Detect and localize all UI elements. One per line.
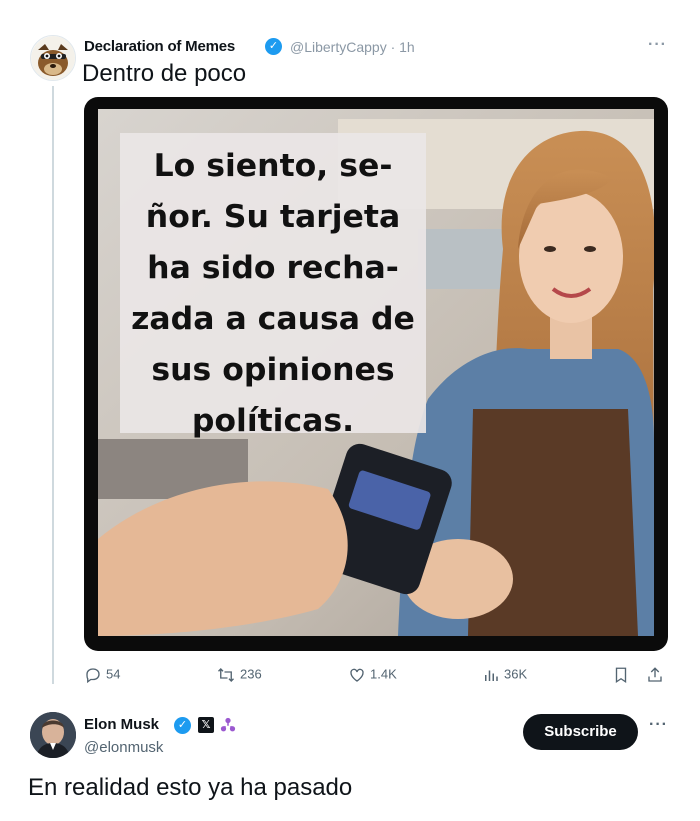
caption-line: zada a causa de xyxy=(131,301,415,337)
share-icon xyxy=(648,667,662,682)
bookmark-button[interactable] xyxy=(612,666,634,684)
x-logo-icon: 𝕏 xyxy=(198,717,214,733)
tweet-text: En realidad esto ya ha pasado xyxy=(28,774,353,801)
tweet-text: Dentro de poco xyxy=(82,60,247,87)
thread-line xyxy=(52,86,54,684)
reply-button[interactable]: 54 xyxy=(84,666,120,684)
display-name[interactable]: Declaration of Memes xyxy=(84,38,235,55)
avatar[interactable] xyxy=(30,712,76,758)
affiliation-icon xyxy=(219,716,237,734)
display-name[interactable]: Elon Musk xyxy=(84,716,159,733)
reply-count: 54 xyxy=(106,666,121,682)
handle-and-time[interactable]: @LibertyCappy · 1h xyxy=(290,39,415,55)
caption-line: sus opiniones xyxy=(151,352,395,388)
view-count: 36K xyxy=(504,666,528,682)
heart-icon xyxy=(350,668,364,682)
verified-badge-icon: ✓ xyxy=(265,38,282,55)
caption-line: ha sido recha- xyxy=(147,250,399,286)
retweet-count: 236 xyxy=(240,666,262,682)
share-button[interactable] xyxy=(646,666,668,684)
bookmark-icon xyxy=(615,667,627,684)
retweet-icon xyxy=(218,668,234,682)
caption-line: políticas. xyxy=(191,403,355,439)
retweet-button[interactable]: 236 xyxy=(216,666,262,684)
reply-icon xyxy=(86,668,100,684)
like-button[interactable]: 1.4K xyxy=(348,666,397,684)
subscribe-button[interactable]: Subscribe xyxy=(523,714,638,750)
analytics-icon xyxy=(485,670,498,681)
like-count: 1.4K xyxy=(370,666,397,682)
verified-badge-icon: ✓ xyxy=(174,717,191,734)
caption-line: Lo siento, se- xyxy=(153,148,393,184)
avatar[interactable] xyxy=(30,35,76,81)
more-options-icon[interactable]: ··· xyxy=(648,36,667,54)
more-options-icon[interactable]: ··· xyxy=(649,716,668,734)
handle[interactable]: @elonmusk xyxy=(84,739,163,756)
caption-line: ñor. Su tarjeta xyxy=(145,199,401,235)
views-button[interactable]: 36K xyxy=(482,666,527,684)
media-card[interactable]: Lo siento, se- ñor. Su tarjeta ha sido r… xyxy=(84,97,668,651)
meme-caption: Lo siento, se- ñor. Su tarjeta ha sido r… xyxy=(120,141,426,447)
